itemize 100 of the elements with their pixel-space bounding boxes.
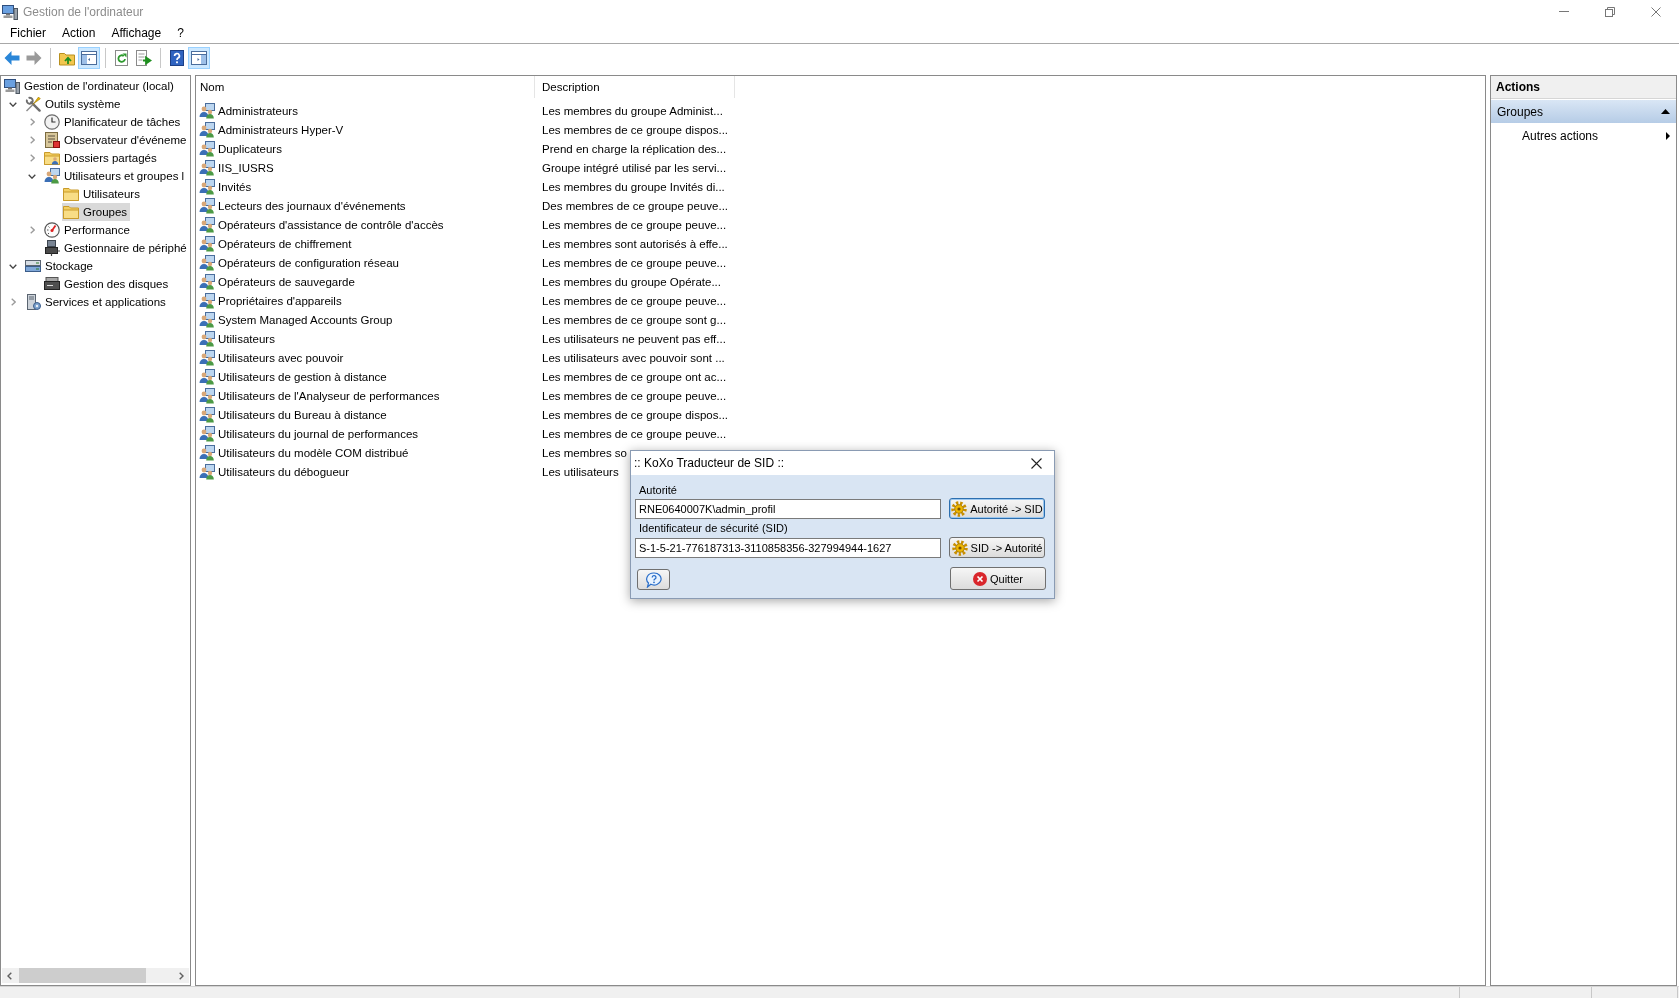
column-header[interactable]: Description (535, 76, 735, 98)
chevron-right-icon[interactable] (179, 971, 184, 980)
folder-icon (63, 186, 79, 202)
tree-item[interactable]: Services et applications (24, 293, 169, 311)
menu-item[interactable]: Affichage (103, 23, 170, 43)
group-name[interactable]: Opérateurs de sauvegarde (218, 275, 355, 288)
people-icon (199, 121, 215, 138)
group-name[interactable]: Propriétaires d'appareils (218, 294, 342, 307)
chevron-down-icon[interactable] (28, 173, 36, 179)
disk-drive-icon (44, 276, 60, 292)
people-icon (199, 292, 215, 309)
group-description: Les membres de ce groupe peuve... (542, 427, 727, 440)
group-name[interactable]: Utilisateurs (218, 332, 275, 345)
menu-item[interactable]: ? (169, 23, 192, 43)
shared-folder-icon (44, 150, 60, 166)
section-header[interactable]: Groupes (1491, 100, 1676, 123)
tools-icon (25, 96, 41, 112)
field-label: Identificateur de sécurité (SID) (639, 522, 788, 534)
forward-arrow-icon (26, 50, 42, 66)
group-name[interactable]: Opérateurs de configuration réseau (218, 256, 399, 269)
group-name[interactable]: Utilisateurs de gestion à distance (218, 370, 387, 383)
group-name[interactable]: Administrateurs Hyper-V (218, 123, 344, 136)
export-icon (136, 50, 152, 66)
tree-item[interactable]: Outils système (24, 95, 124, 113)
group-name[interactable]: Utilisateurs du journal de performances (218, 427, 419, 440)
tree-item[interactable]: Groupes (62, 203, 131, 221)
group-name[interactable]: Opérateurs de chiffrement (218, 237, 352, 250)
group-name[interactable]: IIS_IUSRS (218, 161, 274, 174)
people-icon (199, 254, 215, 271)
people-icon (199, 387, 215, 404)
folder-up-icon (59, 50, 75, 66)
chevron-right-icon[interactable] (29, 118, 35, 126)
tree-item[interactable]: Planificateur de tâches (43, 113, 184, 131)
scrollbar[interactable] (2, 968, 189, 983)
restore-icon[interactable] (1605, 6, 1615, 17)
export-button[interactable] (133, 47, 155, 69)
chevron-down-icon[interactable] (9, 263, 17, 269)
tree-item[interactable]: Gestion de l'ordinateur (local) (3, 77, 177, 95)
group-description: Les utilisateurs ne peuvent pas eff... (542, 332, 726, 345)
close-icon[interactable] (1031, 457, 1042, 469)
back-arrow-icon (4, 50, 20, 66)
chevron-right-icon[interactable] (29, 226, 35, 234)
tree-item[interactable]: Utilisateurs et groupes l (43, 167, 188, 185)
group-name[interactable]: System Managed Accounts Group (218, 313, 393, 326)
text-field[interactable]: S-1-5-21-776187313-3110858356-327994944-1627 (635, 537, 941, 558)
cancel-icon (973, 571, 987, 586)
scrollbar-thumb[interactable] (19, 968, 146, 983)
tree-item[interactable]: Observateur d'événeme (43, 131, 190, 149)
right-panel-icon (191, 50, 207, 66)
group-name[interactable]: Utilisateurs du Bureau à distance (218, 408, 387, 421)
group-name[interactable]: Lecteurs des journaux d'événements (218, 199, 406, 212)
group-description: Les membres du groupe Invités di... (542, 180, 725, 193)
chevron-right-icon[interactable] (10, 298, 16, 306)
help-icon (169, 50, 185, 66)
group-name[interactable]: Utilisateurs avec pouvoir (218, 351, 344, 364)
group-description: Les membres de ce groupe sont g... (542, 313, 727, 326)
people-icon (199, 425, 215, 442)
menu-item[interactable]: Fichier (2, 23, 54, 43)
action-item[interactable]: Autres actions (1491, 123, 1676, 148)
group-name[interactable]: Utilisateurs de l'Analyseur de performances (218, 389, 440, 402)
people-icon (199, 178, 215, 195)
group-name[interactable]: Invités (218, 180, 252, 193)
server-icon (25, 294, 41, 310)
chevron-down-icon[interactable] (9, 101, 17, 107)
tree-item[interactable]: Performance (43, 221, 133, 239)
quit-button[interactable]: Quitter (950, 567, 1046, 590)
help-button[interactable] (637, 569, 670, 590)
chevron-left-icon[interactable] (7, 971, 12, 980)
chevron-right-icon[interactable] (29, 136, 35, 144)
pane-title: Actions (1491, 76, 1676, 99)
group-name[interactable]: Utilisateurs du débogueur (218, 465, 350, 478)
group-description: Les membres de ce groupe dispos... (542, 408, 729, 421)
convert-button[interactable]: SID -> Autorité (949, 537, 1045, 558)
show-tree-button[interactable] (78, 47, 100, 69)
tree-item[interactable]: Utilisateurs (62, 185, 143, 203)
group-description: Les membres de ce groupe peuve... (542, 218, 727, 231)
group-description: Les utilisateurs avec pouvoir sont ... (542, 351, 725, 364)
column-header[interactable]: Nom (196, 76, 535, 98)
group-name[interactable]: Administrateurs (218, 104, 298, 117)
tree-item[interactable]: Gestionnaire de périphé (43, 239, 190, 257)
menu-item[interactable]: Action (54, 23, 104, 43)
tree-item[interactable]: Gestion des disques (43, 275, 172, 293)
left-panel-icon (81, 50, 97, 66)
people-icon (199, 102, 215, 119)
group-description: Des membres de ce groupe peuve... (542, 199, 729, 212)
group-name[interactable]: Duplicateurs (218, 142, 282, 155)
tree-item[interactable]: Dossiers partagés (43, 149, 160, 167)
group-name[interactable]: Utilisateurs du modèle COM distribué (218, 446, 409, 459)
chevron-right-icon[interactable] (29, 154, 35, 162)
people-icon (44, 168, 60, 184)
log-icon (44, 132, 60, 148)
show-actions-button[interactable] (188, 47, 210, 69)
group-description: Groupe intégré utilisé par les servi... (542, 161, 727, 174)
group-name[interactable]: Opérateurs d'assistance de contrôle d'accès (218, 218, 444, 231)
convert-button[interactable]: Autorité -> SID (949, 498, 1045, 519)
dialog-title: :: KoXo Traducteur de SID :: (634, 456, 785, 470)
group-description: Les membres de ce groupe ont ac... (542, 370, 727, 383)
people-icon (199, 216, 215, 233)
text-field[interactable]: RNE0640007K\admin_profil (635, 498, 941, 519)
tree-item[interactable]: Stockage (24, 257, 96, 275)
